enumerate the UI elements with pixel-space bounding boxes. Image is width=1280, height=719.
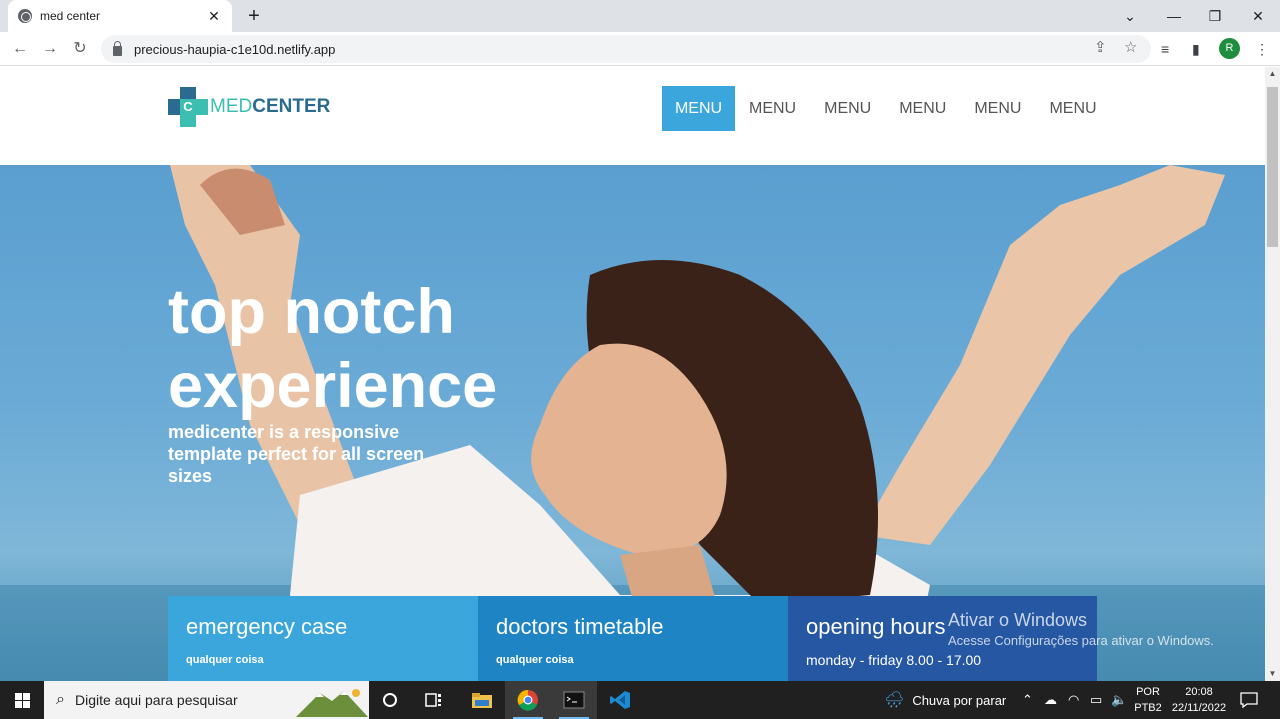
logo-text: MEDCENTER [210, 96, 331, 117]
clock-time: 20:08 [1185, 686, 1213, 698]
tab-title: med center [40, 9, 101, 23]
tray-overflow-icon[interactable]: ⌃ [1022, 681, 1033, 719]
url-text[interactable]: precious-haupia-c1e10d.netlify.app [134, 42, 335, 57]
forward-arrow-icon[interactable]: → [39, 38, 61, 60]
tab-search-button[interactable]: ⌄ [1108, 0, 1152, 32]
medical-cross-logo-icon: C [168, 87, 208, 127]
close-window-button[interactable]: ✕ [1236, 0, 1280, 32]
kebab-menu-icon[interactable]: ⋮ [1255, 41, 1269, 58]
page-viewport: C MEDCENTER MENU MENU MENU MENU MENU MEN… [0, 67, 1265, 681]
start-button[interactable] [0, 681, 44, 719]
windows-activation-watermark: Ativar o Windows Acesse Configurações pa… [948, 610, 1214, 648]
vscode-icon[interactable] [597, 681, 643, 719]
onedrive-cloud-icon[interactable]: ☁ [1044, 681, 1057, 719]
profile-avatar[interactable]: R [1219, 38, 1240, 59]
globe-icon [18, 9, 32, 23]
media-queue-icon[interactable]: ≡ [1161, 41, 1169, 57]
volume-icon[interactable]: 🔈 [1111, 681, 1127, 719]
search-placeholder: Digite aqui para pesquisar [74, 692, 238, 708]
browser-tab[interactable]: med center ✕ [8, 0, 232, 32]
nav-item-5[interactable]: MENU [960, 86, 1035, 131]
opening-hours-text: monday - friday 8.00 - 17.00 [806, 652, 982, 668]
cortana-circle-icon[interactable] [367, 681, 413, 719]
lock-icon[interactable] [113, 41, 122, 56]
browser-toolbar: ← → ↻ precious-haupia-c1e10d.netlify.app… [0, 32, 1280, 66]
reload-icon[interactable]: ↻ [69, 38, 91, 60]
box-text: qualquer coisa [496, 654, 574, 666]
terminal-icon[interactable] [551, 681, 597, 719]
search-highlight-image[interactable] [296, 685, 368, 717]
file-explorer-icon[interactable] [459, 681, 505, 719]
nav-item-2[interactable]: MENU [735, 86, 810, 131]
watermark-title: Ativar o Windows [948, 610, 1088, 630]
box-text: qualquer coisa [186, 654, 264, 666]
tab-close-icon[interactable]: ✕ [206, 8, 222, 25]
back-arrow-icon[interactable]: ← [9, 38, 31, 60]
scroll-down-arrow-icon[interactable]: ▼ [1265, 667, 1280, 681]
rain-icon: 🌧 [884, 692, 905, 709]
hero-title: top notch experience [168, 277, 498, 421]
chrome-icon[interactable] [505, 681, 551, 719]
input-language[interactable]: POR PTB2 [1134, 684, 1162, 716]
bookmark-star-icon[interactable]: ☆ [1124, 38, 1137, 56]
wifi-icon[interactable]: ◠ [1068, 681, 1079, 719]
scroll-up-arrow-icon[interactable]: ▲ [1265, 67, 1280, 81]
nav-item-4[interactable]: MENU [885, 86, 960, 131]
clock-date: 22/11/2022 [1171, 702, 1227, 714]
hero-subtitle: medicenter is a responsive template perf… [168, 422, 425, 486]
browser-tab-strip: med center ✕ + ⌄ — ❐ ✕ [0, 0, 1280, 32]
restore-button[interactable]: ❐ [1193, 0, 1237, 32]
main-nav: MENU MENU MENU MENU MENU MENU [662, 86, 1111, 131]
minimize-button[interactable]: — [1152, 0, 1196, 32]
weather-widget[interactable]: 🌧 Chuva por parar [884, 681, 1006, 719]
site-logo[interactable]: C MEDCENTER [168, 87, 330, 127]
box-title: doctors timetable [496, 614, 664, 639]
hero-banner: top notch experience medicenter is a res… [0, 165, 1265, 681]
nav-item-6[interactable]: MENU [1035, 86, 1110, 131]
nav-item-1[interactable]: MENU [662, 86, 735, 131]
address-bar[interactable]: precious-haupia-c1e10d.netlify.app [101, 35, 1151, 63]
site-header: C MEDCENTER MENU MENU MENU MENU MENU MEN… [0, 67, 1265, 165]
weather-text: Chuva por parar [912, 692, 1007, 708]
emergency-case-box[interactable]: emergency case qualquer coisa [168, 596, 478, 681]
watermark-subtitle: Acesse Configurações para ativar o Windo… [948, 633, 1214, 648]
nav-item-3[interactable]: MENU [810, 86, 885, 131]
windows-logo-icon [14, 692, 30, 708]
page-scrollbar[interactable]: ▲ ▼ [1265, 67, 1280, 681]
task-view-icon[interactable] [411, 681, 457, 719]
share-icon[interactable]: ⇪ [1094, 38, 1107, 56]
battery-icon[interactable]: ▭ [1090, 681, 1102, 719]
side-panel-icon[interactable]: ▮ [1192, 41, 1200, 58]
box-title: emergency case [186, 614, 348, 639]
notifications-icon[interactable] [1240, 681, 1258, 719]
windows-taskbar: ⌕ Digite aqui para pesquisar 🌧 Chuva por… [0, 681, 1280, 719]
scrollbar-thumb[interactable] [1267, 87, 1278, 247]
doctors-timetable-box[interactable]: doctors timetable qualquer coisa [478, 596, 788, 681]
taskbar-clock[interactable]: 20:08 22/11/2022 [1166, 684, 1232, 716]
new-tab-button[interactable]: + [244, 5, 264, 28]
search-icon: ⌕ [56, 691, 65, 708]
